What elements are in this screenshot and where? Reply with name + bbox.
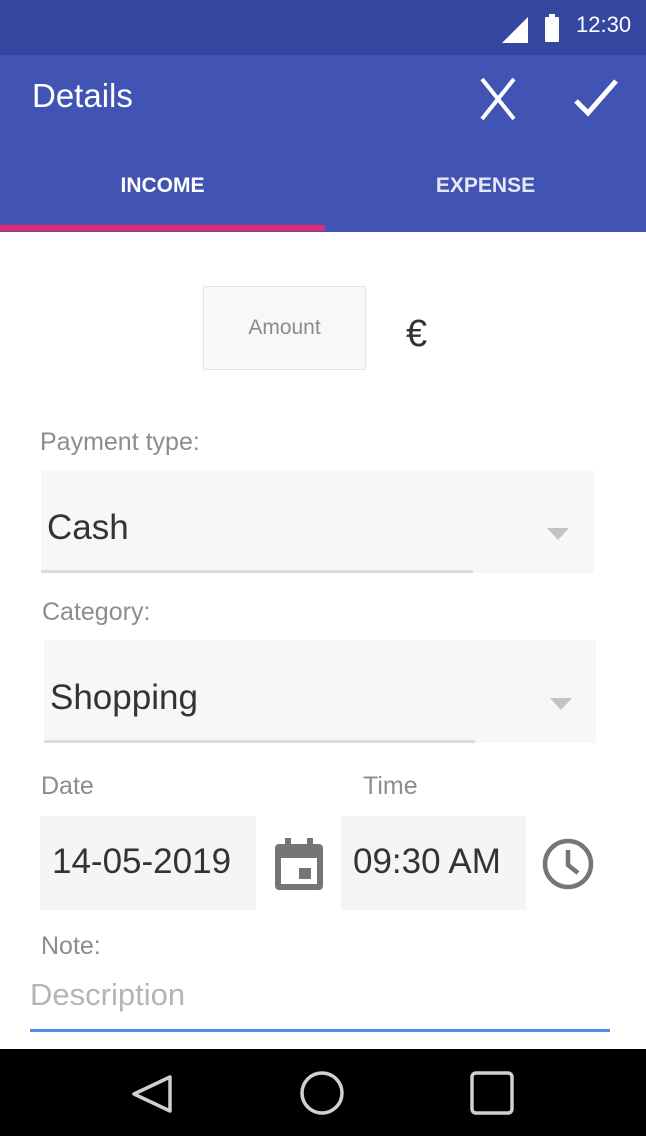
- app-bar: Details INCOME EXPENSE: [0, 55, 646, 232]
- payment-type-label: Payment type:: [40, 428, 200, 456]
- back-triangle-icon: [132, 1075, 172, 1113]
- confirm-button[interactable]: [572, 75, 620, 123]
- dropdown-arrow-icon: [550, 698, 572, 710]
- category-spinner[interactable]: Shopping: [44, 640, 596, 743]
- tab-expense[interactable]: EXPENSE: [325, 155, 646, 232]
- close-icon: [480, 77, 516, 121]
- back-button[interactable]: [130, 1074, 174, 1118]
- check-icon: [574, 79, 618, 117]
- payment-type-spinner[interactable]: Cash: [41, 470, 594, 573]
- close-button[interactable]: [478, 75, 518, 123]
- payment-type-value: Cash: [47, 508, 129, 547]
- time-label: Time: [363, 772, 418, 800]
- currency-symbol: €: [406, 313, 428, 355]
- note-label: Note:: [41, 932, 101, 960]
- category-value: Shopping: [50, 678, 198, 717]
- status-bar: 12:30: [0, 0, 646, 55]
- calendar-icon: [275, 838, 323, 890]
- clock-button[interactable]: [541, 837, 595, 891]
- recents-button[interactable]: [470, 1071, 514, 1119]
- status-time: 12:30: [576, 12, 632, 37]
- navigation-bar: [0, 1049, 646, 1136]
- time-field[interactable]: 09:30 AM: [341, 816, 526, 910]
- dropdown-arrow-icon: [547, 528, 569, 540]
- calendar-button[interactable]: [275, 838, 323, 890]
- description-input[interactable]: [30, 960, 610, 1032]
- spinner-underline: [44, 740, 475, 743]
- home-circle-icon: [300, 1071, 344, 1115]
- battery-icon: [545, 14, 559, 42]
- home-button[interactable]: [299, 1070, 345, 1120]
- date-field[interactable]: 14-05-2019: [40, 816, 256, 910]
- tab-indicator: [0, 225, 325, 231]
- amount-input[interactable]: [203, 286, 366, 370]
- spinner-underline: [41, 570, 473, 573]
- category-label: Category:: [42, 598, 151, 626]
- recents-square-icon: [470, 1071, 514, 1115]
- tab-income[interactable]: INCOME: [0, 155, 325, 232]
- page-title: Details: [32, 77, 133, 114]
- signal-icon: [502, 17, 528, 43]
- date-label: Date: [41, 772, 94, 800]
- clock-icon: [542, 838, 594, 890]
